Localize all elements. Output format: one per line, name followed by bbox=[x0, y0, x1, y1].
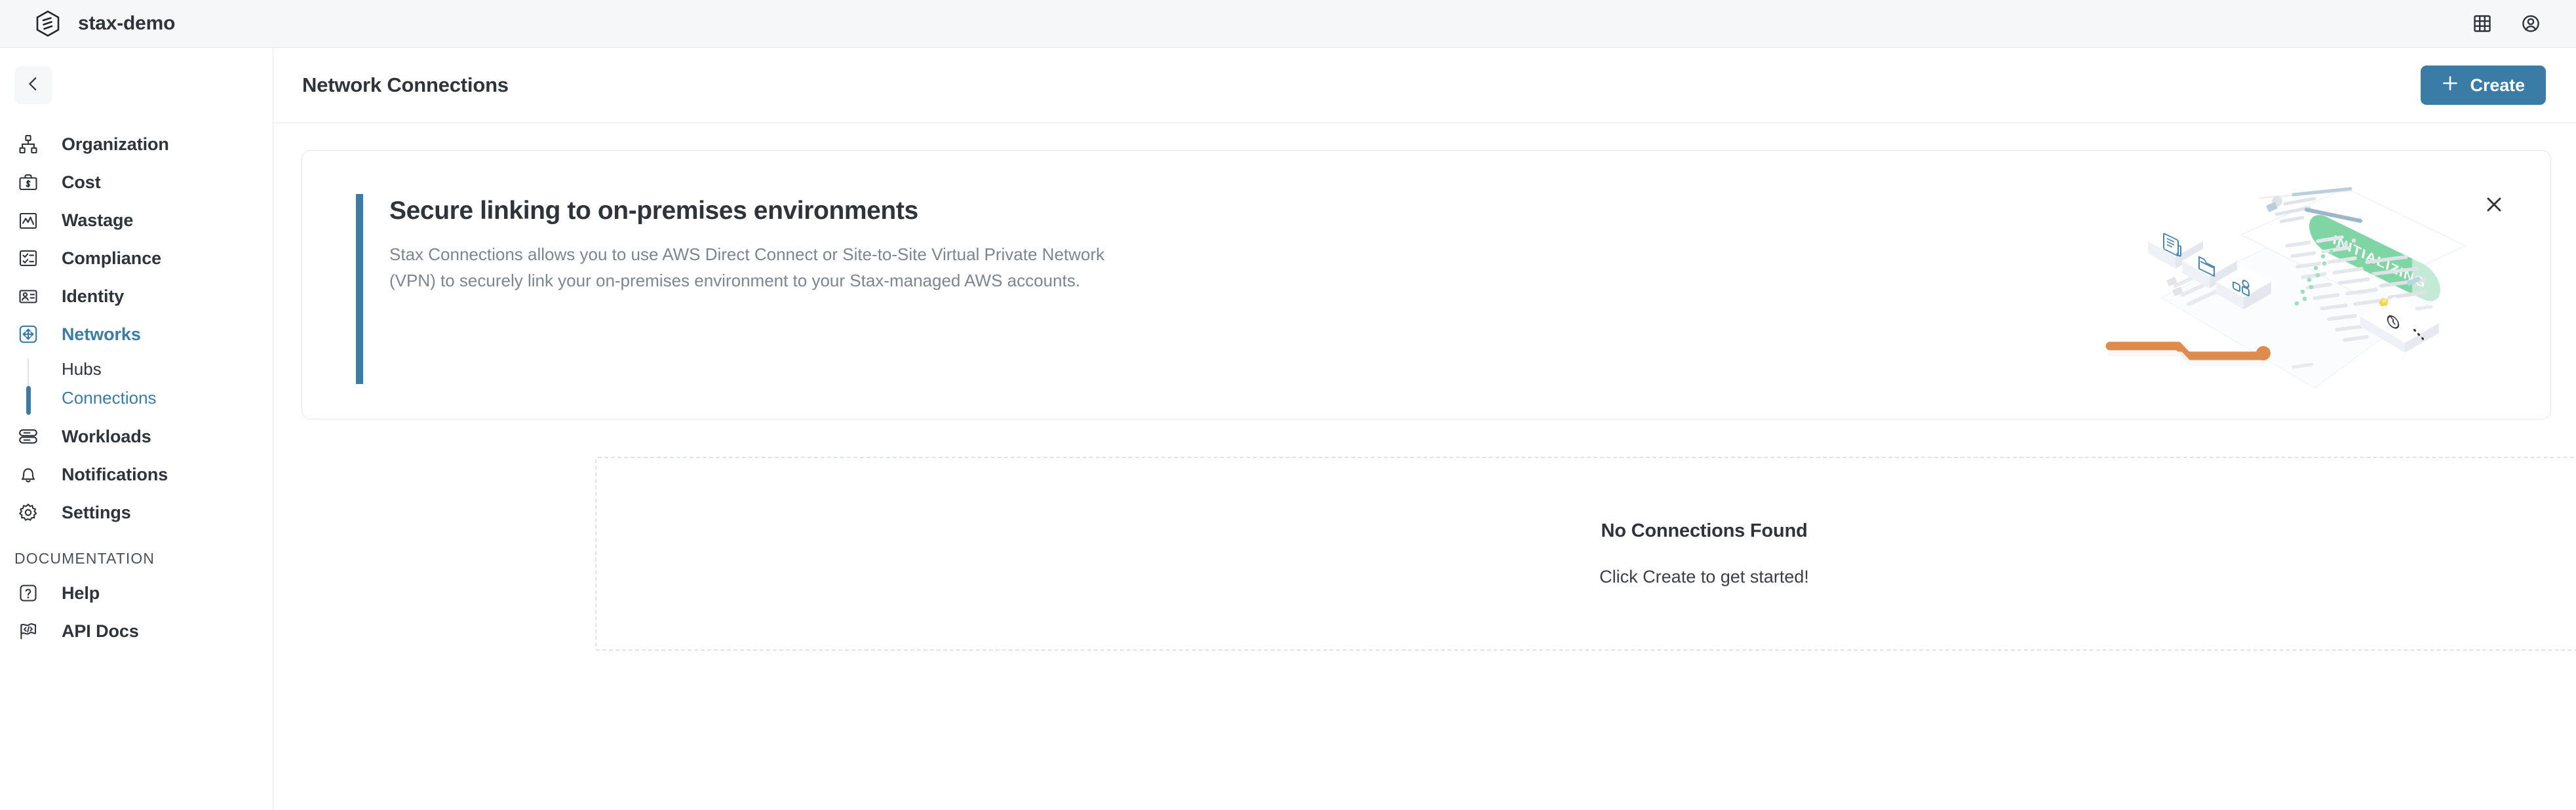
gear-icon bbox=[14, 499, 42, 526]
top-bar: stax-demo bbox=[0, 0, 2576, 48]
plus-icon bbox=[2442, 75, 2459, 96]
stax-hexagon-logo-icon bbox=[34, 10, 62, 37]
sidebar-item-compliance[interactable]: Compliance bbox=[0, 239, 273, 277]
sidebar-item-networks[interactable]: Networks bbox=[0, 315, 273, 353]
sidebar-item-label: Help bbox=[62, 583, 100, 603]
sidebar-item-settings[interactable]: Settings bbox=[0, 493, 273, 531]
subnav-rail-active-indicator bbox=[26, 386, 31, 415]
sidebar-item-organization[interactable]: Organization bbox=[0, 125, 273, 163]
brand[interactable]: stax-demo bbox=[34, 10, 175, 37]
sidebar-item-label: Wastage bbox=[62, 210, 134, 230]
briefcase-dollar-icon bbox=[14, 168, 42, 196]
sidebar-item-label: Identity bbox=[62, 286, 125, 306]
sidebar-item-label: Compliance bbox=[62, 248, 162, 268]
isometric-dashboard-illustration: INITIALIZING bbox=[2098, 157, 2485, 419]
sidebar-subitem-hubs[interactable]: Hubs bbox=[14, 355, 273, 383]
close-x-icon bbox=[2484, 195, 2504, 218]
sidebar-item-help[interactable]: Help bbox=[0, 574, 273, 612]
org-chart-icon bbox=[14, 130, 42, 158]
sidebar-item-label: Notifications bbox=[62, 464, 168, 484]
chevron-left-icon bbox=[25, 75, 42, 96]
svg-text:INITIALIZING: INITIALIZING bbox=[2333, 231, 2425, 292]
banner-description: Stax Connections allows you to use AWS D… bbox=[389, 244, 1105, 290]
id-card-icon bbox=[14, 282, 42, 310]
user-circle-icon[interactable] bbox=[2517, 10, 2545, 37]
empty-state-title: No Connections Found bbox=[1601, 520, 1808, 541]
banner-close-button[interactable] bbox=[2476, 187, 2512, 224]
sidebar-item-cost[interactable]: Cost bbox=[0, 163, 273, 201]
sidebar-item-label: Networks bbox=[62, 324, 141, 344]
sidebar-item-wastage[interactable]: Wastage bbox=[0, 201, 273, 239]
grid-apps-icon[interactable] bbox=[2469, 10, 2496, 37]
sidebar-item-api-docs[interactable]: API Docs bbox=[0, 612, 273, 650]
question-box-icon bbox=[14, 579, 42, 607]
sidebar-nav: Organization Cost Wastage Compliance Ide… bbox=[0, 125, 273, 650]
page-header: Network Connections Create bbox=[274, 48, 2576, 123]
create-button-label: Create bbox=[2470, 75, 2526, 95]
brand-name: stax-demo bbox=[78, 12, 176, 34]
banner-title: Secure linking to on-premises environmen… bbox=[389, 197, 918, 225]
sidebar-item-label: API Docs bbox=[62, 621, 139, 641]
network-move-icon bbox=[14, 320, 42, 348]
sidebar-item-identity[interactable]: Identity bbox=[0, 277, 273, 315]
server-stack-icon bbox=[14, 423, 42, 450]
flag-code-icon bbox=[14, 617, 42, 645]
sidebar-collapse-button[interactable] bbox=[14, 66, 52, 104]
sidebar-item-label: Organization bbox=[62, 134, 169, 154]
bell-icon bbox=[14, 461, 42, 488]
empty-state-card: No Connections Found Click Create to get… bbox=[595, 457, 2576, 651]
banner-text: Secure linking to on-premises environmen… bbox=[389, 197, 1504, 294]
sidebar-item-label: Cost bbox=[62, 172, 101, 192]
info-banner: Secure linking to on-premises environmen… bbox=[302, 150, 2551, 419]
sidebar-subitem-connections[interactable]: Connections bbox=[14, 383, 273, 412]
subnav-rail bbox=[28, 358, 29, 386]
sidebar-item-label: Settings bbox=[62, 502, 131, 522]
topbar-actions bbox=[2469, 10, 2545, 37]
page-title: Network Connections bbox=[302, 73, 509, 96]
create-button[interactable]: Create bbox=[2420, 66, 2546, 105]
sidebar-subnav-networks: Hubs Connections bbox=[0, 355, 273, 415]
sidebar-item-label: Workloads bbox=[62, 426, 151, 446]
sidebar-section-documentation: DOCUMENTATION bbox=[14, 550, 155, 567]
main-content: Secure linking to on-premises environmen… bbox=[274, 124, 2576, 810]
checklist-icon bbox=[14, 244, 42, 272]
sidebar-item-workloads[interactable]: Workloads bbox=[0, 417, 273, 455]
chart-line-box-icon bbox=[14, 206, 42, 234]
banner-accent-bar bbox=[356, 194, 363, 384]
sidebar: Organization Cost Wastage Compliance Ide… bbox=[0, 48, 273, 810]
sidebar-item-notifications[interactable]: Notifications bbox=[0, 455, 273, 493]
empty-state-subtitle: Click Create to get started! bbox=[1599, 567, 1809, 587]
